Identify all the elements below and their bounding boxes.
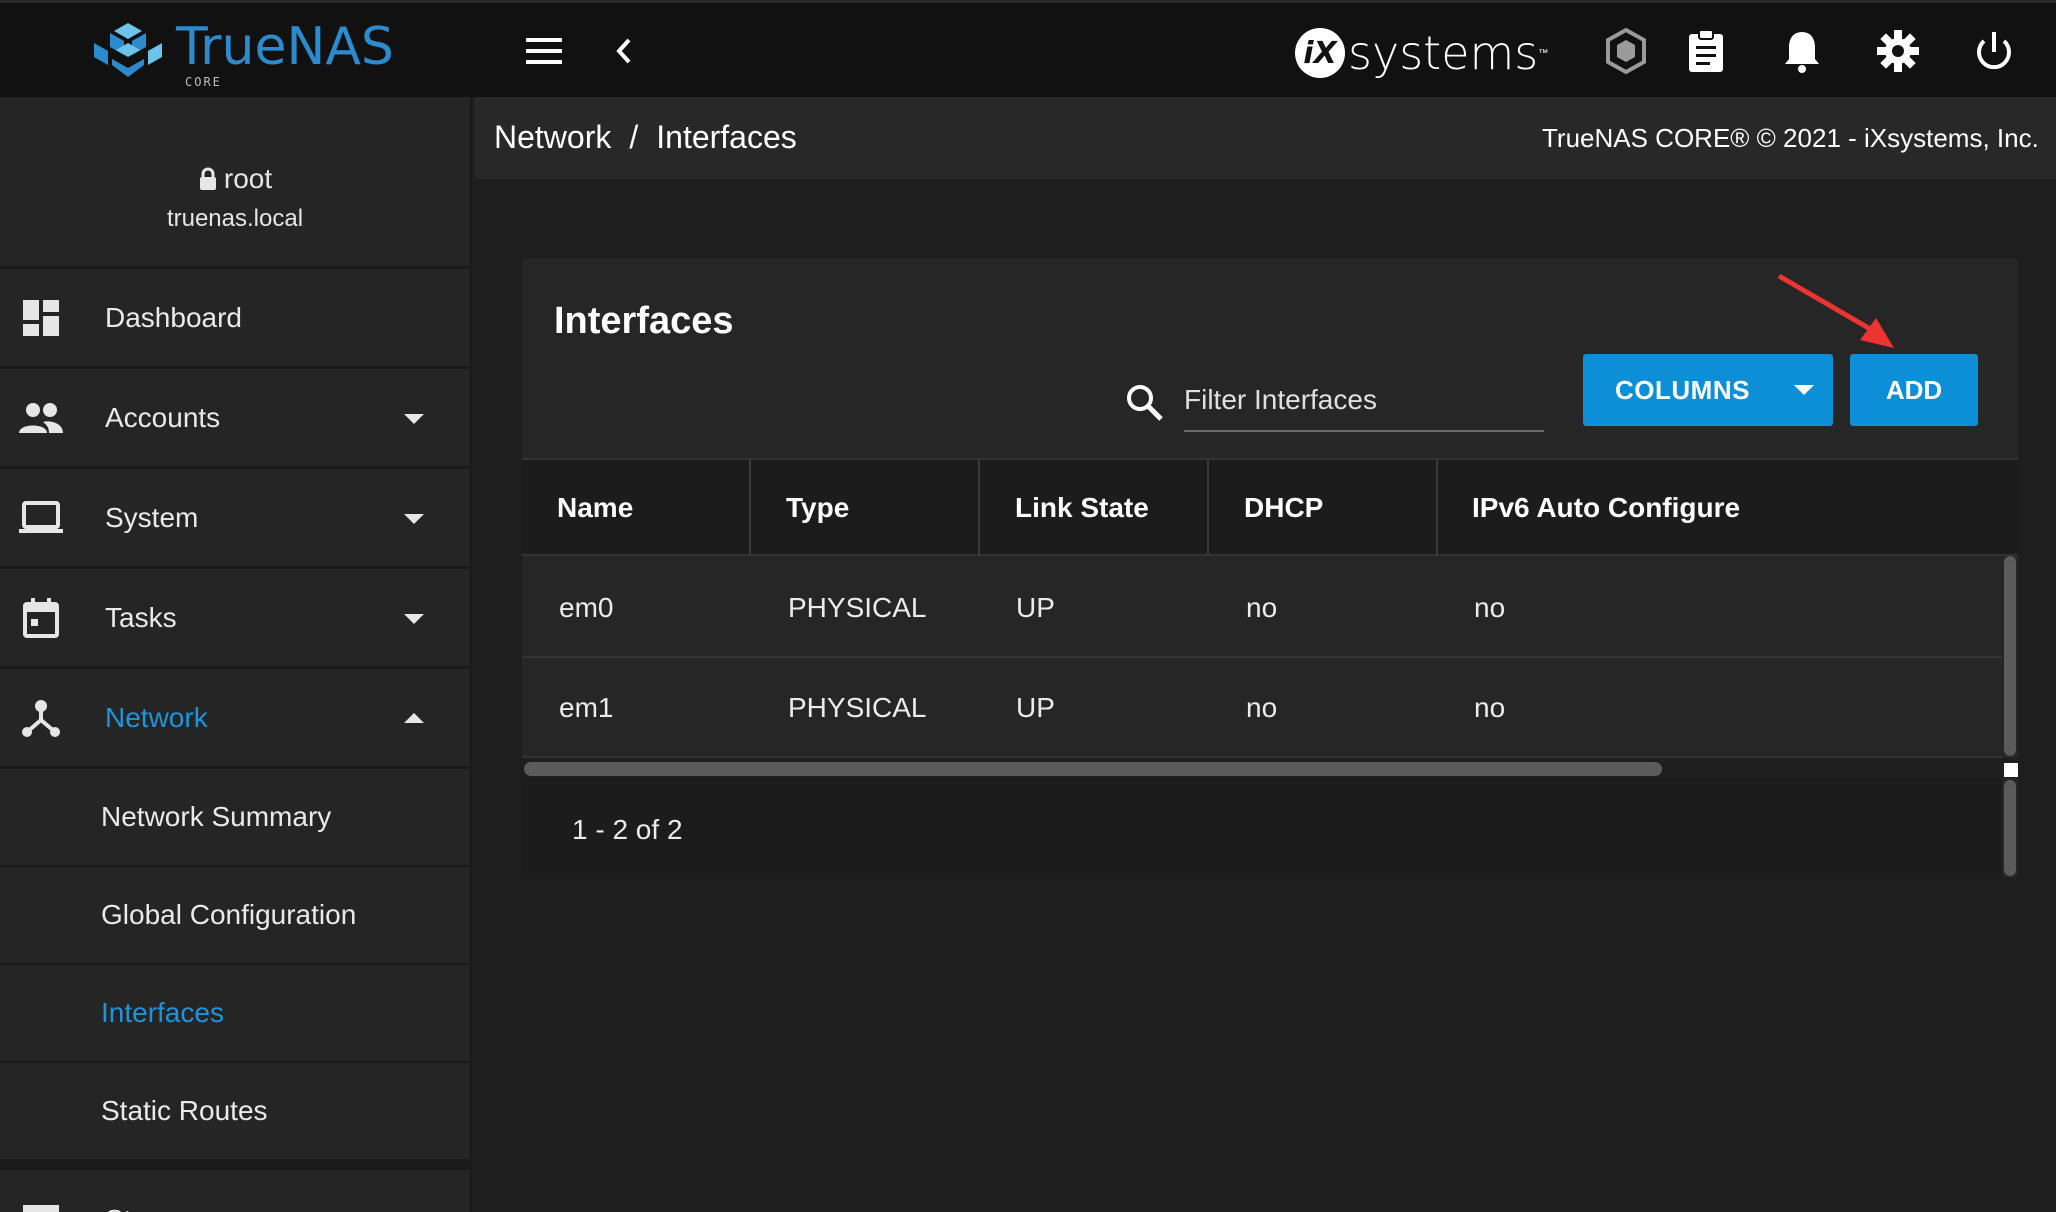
column-divider bbox=[1436, 460, 1438, 556]
sidebar-subitem-global-configuration[interactable]: Global Configuration bbox=[0, 867, 470, 965]
horizontal-scrollbar[interactable] bbox=[522, 758, 2018, 778]
lock-icon bbox=[199, 167, 216, 190]
sidebar-item-label: Storage bbox=[105, 1204, 203, 1212]
vertical-scrollbar-thumb[interactable] bbox=[2004, 556, 2016, 756]
sidebar-item-accounts[interactable]: Accounts bbox=[0, 369, 470, 469]
chevron-left-icon[interactable] bbox=[598, 25, 650, 77]
search-icon bbox=[1127, 385, 1163, 421]
caret-down-icon bbox=[404, 513, 424, 524]
sidebar-item-dashboard[interactable]: Dashboard bbox=[0, 269, 470, 369]
breadcrumb-interfaces: Interfaces bbox=[656, 119, 797, 155]
caret-down-icon bbox=[404, 413, 424, 424]
cell-dhcp: no bbox=[1246, 592, 1278, 623]
sidebar-item-label: Dashboard bbox=[105, 301, 242, 333]
menu-icon[interactable] bbox=[518, 25, 570, 77]
sidebar-subitem-label: Interfaces bbox=[101, 997, 224, 1028]
table-row[interactable]: em0 PHYSICAL UP no no bbox=[522, 558, 2002, 658]
sidebar-item-storage[interactable]: Storage bbox=[0, 1161, 470, 1212]
cell-ipv6-auto-configure: no bbox=[1474, 592, 1506, 623]
ixsystems-logo[interactable]: iX systems ™ bbox=[1295, 23, 1548, 83]
horizontal-scrollbar-thumb[interactable] bbox=[524, 762, 1662, 776]
sidebar-item-network[interactable]: Network bbox=[0, 669, 470, 769]
caret-down-icon bbox=[1794, 385, 1814, 395]
interfaces-card: Interfaces COLUMNS ADD Name Type Link St… bbox=[522, 258, 2018, 878]
table-row[interactable]: em1 PHYSICAL UP no no bbox=[522, 658, 2002, 758]
sidebar-item-label: System bbox=[105, 501, 199, 533]
top-bar: TrueNAS CORE iX systems ™ bbox=[0, 0, 2056, 97]
power-icon[interactable] bbox=[1968, 25, 2020, 77]
cell-link-state: UP bbox=[1016, 592, 1055, 623]
cell-name: em1 bbox=[559, 692, 614, 723]
clipboard-icon[interactable] bbox=[1680, 25, 1732, 77]
column-header-link-state[interactable]: Link State bbox=[1015, 460, 1149, 556]
column-header-ipv6-auto-configure[interactable]: IPv6 Auto Configure bbox=[1472, 460, 1740, 556]
sidebar-item-label: Tasks bbox=[105, 601, 177, 633]
vertical-scrollbar-thumb[interactable] bbox=[2004, 780, 2016, 876]
vertical-scrollbar[interactable] bbox=[2004, 556, 2016, 878]
truenas-logo-icon bbox=[94, 23, 162, 77]
gear-icon[interactable] bbox=[1872, 25, 1924, 77]
cell-name: em0 bbox=[559, 592, 614, 623]
sidebar-subitem-label: Network Summary bbox=[101, 801, 332, 832]
brand-name: TrueNAS bbox=[176, 17, 394, 77]
sidebar-subitem-label: Static Routes bbox=[101, 1095, 268, 1126]
page-title: Interfaces bbox=[554, 300, 734, 342]
bell-icon[interactable] bbox=[1776, 25, 1828, 77]
cell-link-state: UP bbox=[1016, 692, 1055, 723]
sidebar-item-label: Network bbox=[105, 701, 208, 733]
storage-icon bbox=[18, 1200, 64, 1212]
paginator: 1 - 2 of 2 bbox=[522, 778, 2002, 878]
sidebar-item-label: Accounts bbox=[105, 401, 221, 433]
table-header: Name Type Link State DHCP IPv6 Auto Conf… bbox=[522, 458, 2018, 556]
filter-input[interactable] bbox=[1184, 370, 1544, 432]
ix-badge: iX bbox=[1295, 28, 1345, 78]
sidebar-item-tasks[interactable]: Tasks bbox=[0, 569, 470, 669]
column-header-dhcp[interactable]: DHCP bbox=[1244, 460, 1323, 556]
breadcrumb-bar: Network / Interfaces TrueNAS CORE® © 202… bbox=[474, 97, 2056, 179]
sidebar-subitem-static-routes[interactable]: Static Routes bbox=[0, 1063, 470, 1161]
sidebar: root truenas.local Dashboard Accounts Sy… bbox=[0, 97, 472, 1212]
column-divider bbox=[978, 460, 980, 556]
sidebar-subitem-interfaces[interactable]: Interfaces bbox=[0, 965, 470, 1063]
user-info: root truenas.local bbox=[0, 97, 470, 269]
paginator-range: 1 - 2 of 2 bbox=[572, 814, 683, 845]
hostname: truenas.local bbox=[166, 205, 304, 232]
column-header-type[interactable]: Type bbox=[786, 460, 849, 556]
cell-type: PHYSICAL bbox=[788, 692, 927, 723]
column-divider bbox=[749, 460, 751, 556]
laptop-icon bbox=[18, 495, 64, 541]
network-icon bbox=[18, 695, 64, 741]
ix-text: systems bbox=[1348, 26, 1539, 80]
people-icon bbox=[18, 395, 64, 441]
brand-edition: CORE bbox=[185, 75, 222, 89]
sidebar-subitem-label: Global Configuration bbox=[101, 899, 357, 930]
sidebar-subitem-network-summary[interactable]: Network Summary bbox=[0, 769, 470, 867]
filter-interfaces bbox=[1124, 370, 1544, 434]
columns-button-label: COLUMNS bbox=[1615, 374, 1750, 405]
columns-button[interactable]: COLUMNS bbox=[1583, 354, 1833, 426]
copyright-text: TrueNAS CORE® © 2021 - iXsystems, Inc. bbox=[1542, 123, 2039, 153]
caret-up-icon bbox=[404, 712, 424, 723]
sidebar-item-system[interactable]: System bbox=[0, 469, 470, 569]
column-header-name[interactable]: Name bbox=[557, 460, 633, 556]
cell-type: PHYSICAL bbox=[788, 592, 927, 623]
breadcrumb-separator: / bbox=[629, 119, 639, 155]
breadcrumb-network[interactable]: Network bbox=[494, 119, 611, 156]
trademark-icon: ™ bbox=[1538, 47, 1549, 59]
cell-ipv6-auto-configure: no bbox=[1474, 692, 1506, 723]
column-divider bbox=[1207, 460, 1209, 556]
truecommand-icon[interactable] bbox=[1600, 25, 1652, 77]
calendar-icon bbox=[18, 595, 64, 641]
truenas-logo[interactable]: TrueNAS CORE bbox=[90, 17, 394, 89]
cell-dhcp: no bbox=[1246, 692, 1278, 723]
username: root bbox=[223, 163, 273, 194]
caret-down-icon bbox=[404, 613, 424, 624]
dashboard-icon bbox=[18, 295, 64, 341]
add-button[interactable]: ADD bbox=[1850, 354, 1978, 426]
breadcrumb: Network / Interfaces bbox=[494, 119, 797, 156]
